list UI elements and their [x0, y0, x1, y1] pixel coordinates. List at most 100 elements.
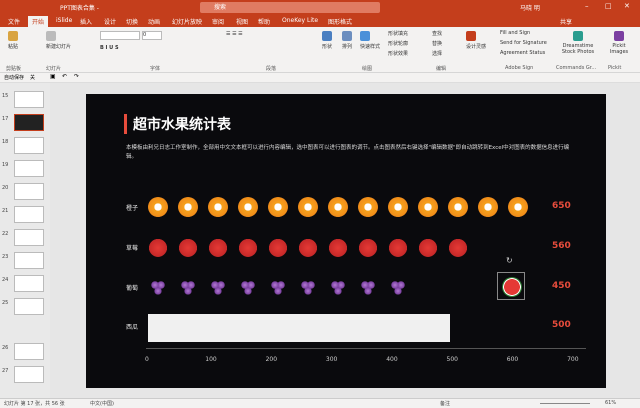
- title-bar: PPT图表合集 - 搜索 马晓 明 – □ ✕: [0, 0, 640, 15]
- share-button[interactable]: 共享: [560, 17, 572, 26]
- select-button[interactable]: 选择: [432, 50, 442, 57]
- group-clipboard: 剪贴板: [6, 66, 22, 72]
- tab-transitions[interactable]: 切换: [126, 17, 138, 26]
- slide-thumbnail[interactable]: [14, 229, 44, 246]
- tab-slideshow[interactable]: 幻灯片放映: [172, 17, 202, 26]
- x-tick-label: 600: [506, 356, 519, 363]
- value-label: 450: [552, 281, 571, 291]
- undo-icon[interactable]: ↶: [62, 73, 67, 80]
- x-tick-label: 200: [265, 356, 278, 363]
- slide-thumbnail[interactable]: [14, 275, 44, 292]
- slide-thumbnail[interactable]: [14, 183, 44, 200]
- notes-button[interactable]: 备注: [440, 400, 450, 407]
- slide-thumbnail[interactable]: [14, 137, 44, 154]
- tab-shape-format[interactable]: 图形格式: [328, 17, 352, 26]
- autosave-toggle[interactable]: 关: [30, 74, 35, 81]
- close-icon[interactable]: ✕: [624, 2, 630, 10]
- tab-view[interactable]: 视图: [236, 17, 248, 26]
- replace-button[interactable]: 替换: [432, 40, 442, 47]
- tab-review[interactable]: 审阅: [212, 17, 224, 26]
- quick-styles-button[interactable]: 快速样式: [360, 31, 380, 50]
- slide[interactable]: 超市水果统计表 本模板由利兄日志工作室制作，全部用中文文本框可以进行内容编辑，选…: [86, 94, 606, 388]
- new-slide-button[interactable]: 新建幻灯片: [46, 31, 71, 50]
- tab-home[interactable]: 开始: [28, 16, 49, 27]
- user-name[interactable]: 马晓 明: [520, 3, 540, 12]
- zoom-level[interactable]: 61%: [605, 400, 616, 406]
- value-label: 560: [552, 241, 571, 251]
- pickit-button[interactable]: Pickit Images: [604, 31, 634, 55]
- tab-help[interactable]: 帮助: [258, 17, 270, 26]
- bar-mark-grape: [178, 277, 198, 297]
- quick-styles-icon: [360, 31, 370, 41]
- shape-effects-button[interactable]: 形状效果: [388, 50, 408, 57]
- slide-thumbnail[interactable]: [14, 206, 44, 223]
- tab-onekey[interactable]: OneKey Lite: [282, 17, 318, 24]
- bar-mark-grape: [298, 277, 318, 297]
- tab-insert[interactable]: 插入: [80, 17, 92, 26]
- language[interactable]: 中文(中国): [90, 400, 114, 407]
- slide-thumbnail[interactable]: [14, 298, 44, 315]
- fill-sign-button[interactable]: Fill and Sign: [500, 30, 530, 36]
- maximize-icon[interactable]: □: [605, 2, 612, 10]
- watermelon-icon-selected[interactable]: [497, 272, 525, 300]
- document-title: PPT图表合集 -: [60, 5, 99, 12]
- tab-design[interactable]: 设计: [104, 17, 116, 26]
- slide-thumbnail-selected[interactable]: [14, 114, 44, 131]
- bar-mark-straw: [388, 237, 408, 257]
- bar-mark-orange: [268, 197, 288, 217]
- save-icon[interactable]: ▣: [50, 73, 56, 80]
- arrange-button[interactable]: 排列: [342, 31, 352, 50]
- shape-fill-button[interactable]: 形状填充: [388, 30, 408, 37]
- watermelon-bar[interactable]: [148, 314, 450, 342]
- slide-number: 20: [2, 185, 9, 191]
- slide-title[interactable]: 超市水果统计表: [124, 114, 231, 134]
- bar-mark-grape: [388, 277, 408, 297]
- bar-mark-orange: [298, 197, 318, 217]
- zoom-slider[interactable]: [540, 403, 590, 404]
- redo-icon[interactable]: ↷: [74, 73, 79, 80]
- send-signature-button[interactable]: Send for Signature: [500, 40, 547, 46]
- font-name-select[interactable]: [100, 31, 140, 40]
- bar-mark-grape: [358, 277, 378, 297]
- slide-thumbnail[interactable]: [14, 160, 44, 177]
- bar-mark-orange: [208, 197, 228, 217]
- minimize-icon[interactable]: –: [585, 2, 589, 10]
- pickit-icon: [614, 31, 624, 41]
- group-slides: 幻灯片: [46, 66, 62, 72]
- bar-mark-orange: [238, 197, 258, 217]
- quick-access-toolbar: 自动保存 关 ▣ ↶ ↷: [0, 73, 640, 83]
- group-font: 字体: [150, 66, 161, 72]
- slide-number: 22: [2, 231, 9, 237]
- shapes-button[interactable]: 形状: [322, 31, 332, 50]
- paste-button[interactable]: 粘贴: [8, 31, 18, 50]
- slide-number: 24: [2, 277, 9, 283]
- font-size-select[interactable]: 0: [142, 31, 162, 40]
- tab-islide[interactable]: iSlide: [56, 17, 72, 24]
- agreement-status-button[interactable]: Agreement Status: [500, 50, 545, 56]
- design-ideas-button[interactable]: 设计灵感: [466, 31, 486, 50]
- bar-mark-straw: [148, 237, 168, 257]
- paragraph-controls[interactable]: ☰ ☰ ☰: [226, 31, 243, 37]
- slide-number: 23: [2, 254, 9, 260]
- bold-button[interactable]: B I U S: [100, 45, 119, 51]
- slide-description[interactable]: 本模板由利兄日志工作室制作，全部用中文文本框可以进行内容编辑，选中图表可以进行图…: [126, 144, 576, 162]
- bar-mark-straw: [358, 237, 378, 257]
- dreamstime-button[interactable]: Dreamstime Stock Photos: [560, 31, 596, 55]
- bar-mark-grape: [328, 277, 348, 297]
- slide-thumbnail[interactable]: [14, 366, 44, 383]
- slide-thumbnail[interactable]: [14, 343, 44, 360]
- slide-thumbnail[interactable]: [14, 252, 44, 269]
- group-adobe-sign: Adobe Sign: [505, 65, 534, 71]
- x-tick-label: 0: [145, 356, 149, 363]
- slide-thumbnail[interactable]: [14, 91, 44, 108]
- find-button[interactable]: 查找: [432, 30, 442, 37]
- rotate-handle-icon[interactable]: ↻: [506, 256, 513, 265]
- tab-animations[interactable]: 动画: [148, 17, 160, 26]
- bar-mark-straw: [208, 237, 228, 257]
- search-input[interactable]: 搜索: [200, 2, 380, 13]
- bar-mark-orange: [418, 197, 438, 217]
- tab-file[interactable]: 文件: [8, 17, 20, 26]
- dreamstime-icon: [573, 31, 583, 41]
- shape-outline-button[interactable]: 形状轮廓: [388, 40, 408, 47]
- bar-mark-grape: [208, 277, 228, 297]
